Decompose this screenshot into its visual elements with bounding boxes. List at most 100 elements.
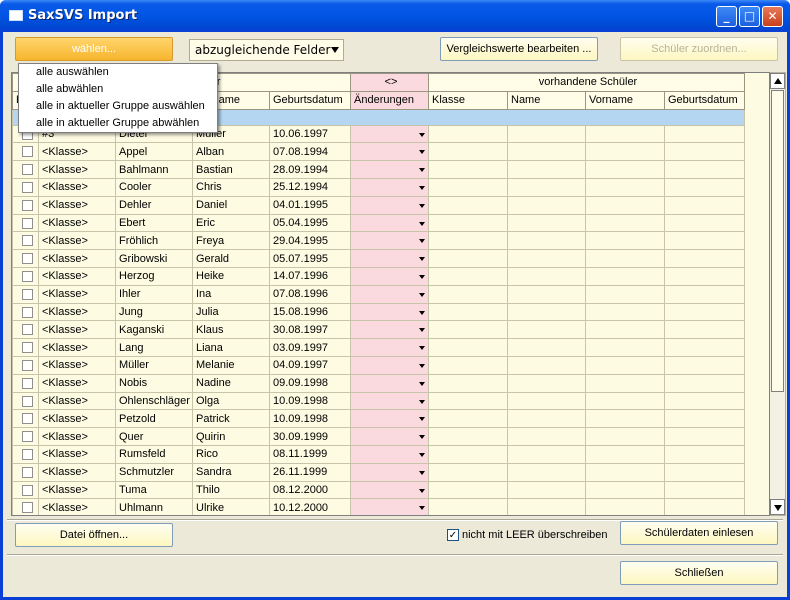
select-button[interactable]: wählen...	[15, 37, 173, 61]
cell-klasse[interactable]	[428, 195, 508, 215]
cell-klasse-new[interactable]: <Klasse>	[38, 160, 116, 179]
row-checkbox-cell[interactable]	[12, 213, 39, 233]
cell-vorname[interactable]	[585, 124, 665, 144]
cell-klasse-new[interactable]: <Klasse>	[38, 266, 116, 286]
cell-klasse-new[interactable]: <Klasse>	[38, 284, 116, 304]
cell-vorname-new[interactable]: Quirin	[192, 427, 270, 446]
cell-aenderungen[interactable]	[350, 373, 429, 393]
cell-klasse[interactable]	[428, 338, 508, 357]
cell-vorname[interactable]	[585, 249, 665, 268]
table-row[interactable]: <Klasse> Müller Melanie 04.09.1997	[12, 355, 745, 375]
cell-klasse[interactable]	[428, 391, 508, 411]
cell-vorname-new[interactable]: Gerald	[192, 249, 270, 268]
table-row[interactable]: <Klasse> Quer Quirin 30.09.1999	[12, 427, 745, 446]
cell-aenderungen[interactable]	[350, 177, 429, 197]
cell-aenderungen[interactable]	[350, 444, 429, 464]
table-row[interactable]: <Klasse> Fröhlich Freya 29.04.1995	[12, 231, 745, 251]
row-checkbox[interactable]	[21, 342, 33, 354]
dropdown-arrow-icon[interactable]	[419, 185, 425, 190]
dropdown-arrow-icon[interactable]	[419, 328, 425, 333]
cell-aenderungen[interactable]	[350, 427, 429, 446]
row-checkbox-cell[interactable]	[12, 409, 39, 429]
cell-vorname-new[interactable]: Heike	[192, 266, 270, 286]
cell-klasse-new[interactable]: <Klasse>	[38, 177, 116, 197]
table-row[interactable]: <Klasse> Nobis Nadine 09.09.1998	[12, 373, 745, 393]
cell-geburtsdatum[interactable]	[664, 409, 745, 429]
cell-name[interactable]	[507, 231, 586, 251]
cell-vorname[interactable]	[585, 462, 665, 482]
minimize-icon[interactable]: _	[716, 6, 737, 27]
row-checkbox-cell[interactable]	[12, 320, 39, 340]
cell-geburtsdatum-new[interactable]: 28.09.1994	[269, 160, 351, 179]
row-checkbox[interactable]	[21, 466, 33, 478]
cell-name[interactable]	[507, 462, 586, 482]
col-header-geburtsdatum[interactable]: Geburtsdatum	[269, 90, 351, 110]
dropdown-arrow-icon[interactable]	[419, 488, 425, 493]
cell-klasse[interactable]	[428, 409, 508, 429]
cell-klasse[interactable]	[428, 480, 508, 500]
cell-name[interactable]	[507, 373, 586, 393]
cell-vorname[interactable]	[585, 195, 665, 215]
table-row[interactable]: <Klasse> Gribowski Gerald 05.07.1995	[12, 249, 745, 268]
cell-name[interactable]	[507, 338, 586, 357]
row-checkbox[interactable]	[21, 253, 33, 265]
cell-vorname-new[interactable]: Ina	[192, 284, 270, 304]
row-checkbox-cell[interactable]	[12, 142, 39, 162]
cell-geburtsdatum[interactable]	[664, 284, 745, 304]
scroll-down-icon[interactable]	[770, 499, 785, 515]
cell-geburtsdatum[interactable]	[664, 444, 745, 464]
cell-name[interactable]	[507, 249, 586, 268]
cell-vorname-new[interactable]: Rico	[192, 444, 270, 464]
dropdown-arrow-icon[interactable]	[419, 506, 425, 511]
cell-geburtsdatum[interactable]	[664, 249, 745, 268]
close-icon[interactable]: ✕	[762, 6, 783, 27]
cell-vorname[interactable]	[585, 213, 665, 233]
cell-geburtsdatum[interactable]	[664, 498, 745, 515]
cell-geburtsdatum-new[interactable]: 30.08.1997	[269, 320, 351, 340]
row-checkbox-cell[interactable]	[12, 160, 39, 179]
close-button[interactable]: Schließen	[620, 561, 778, 585]
cell-name[interactable]	[507, 391, 586, 411]
row-checkbox[interactable]	[21, 324, 33, 336]
maximize-icon[interactable]: □	[739, 6, 760, 27]
cell-name[interactable]	[507, 195, 586, 215]
cell-geburtsdatum[interactable]	[664, 302, 745, 322]
cell-vorname-new[interactable]: Nadine	[192, 373, 270, 393]
cell-klasse-new[interactable]: <Klasse>	[38, 498, 116, 515]
table-row[interactable]: <Klasse> Ohlenschläger Olga 10.09.1998	[12, 391, 745, 411]
cell-aenderungen[interactable]	[350, 462, 429, 482]
cell-geburtsdatum[interactable]	[664, 480, 745, 500]
cell-vorname[interactable]	[585, 409, 665, 429]
cell-klasse-new[interactable]: <Klasse>	[38, 444, 116, 464]
cell-klasse-new[interactable]: <Klasse>	[38, 427, 116, 446]
dropdown-arrow-icon[interactable]	[419, 132, 425, 137]
table-row[interactable]: <Klasse> Tuma Thilo 08.12.2000	[12, 480, 745, 500]
cell-name-new[interactable]: Jung	[115, 302, 193, 322]
dropdown-arrow-icon[interactable]	[419, 274, 425, 279]
cell-klasse[interactable]	[428, 373, 508, 393]
cell-name-new[interactable]: Quer	[115, 427, 193, 446]
cell-name-new[interactable]: Dehler	[115, 195, 193, 215]
dropdown-arrow-icon[interactable]	[419, 417, 425, 422]
cell-aenderungen[interactable]	[350, 142, 429, 162]
cell-geburtsdatum-new[interactable]: 07.08.1996	[269, 284, 351, 304]
no-overwrite-option[interactable]: ✓ nicht mit LEER überschreiben	[447, 528, 608, 542]
cell-geburtsdatum-new[interactable]: 15.08.1996	[269, 302, 351, 322]
cell-name[interactable]	[507, 302, 586, 322]
no-overwrite-checkbox[interactable]: ✓	[447, 529, 459, 542]
cell-vorname[interactable]	[585, 391, 665, 411]
cell-klasse[interactable]	[428, 355, 508, 375]
row-checkbox[interactable]	[21, 448, 33, 460]
cell-aenderungen[interactable]	[350, 160, 429, 179]
cell-name[interactable]	[507, 480, 586, 500]
cell-geburtsdatum-new[interactable]: 26.11.1999	[269, 462, 351, 482]
cell-geburtsdatum[interactable]	[664, 231, 745, 251]
cell-geburtsdatum[interactable]	[664, 177, 745, 197]
row-checkbox-cell[interactable]	[12, 391, 39, 411]
cell-geburtsdatum[interactable]	[664, 142, 745, 162]
table-row[interactable]: <Klasse> Uhlmann Ulrike 10.12.2000	[12, 498, 745, 515]
cell-geburtsdatum[interactable]	[664, 338, 745, 357]
cell-geburtsdatum[interactable]	[664, 427, 745, 446]
cell-aenderungen[interactable]	[350, 213, 429, 233]
cell-klasse-new[interactable]: <Klasse>	[38, 462, 116, 482]
